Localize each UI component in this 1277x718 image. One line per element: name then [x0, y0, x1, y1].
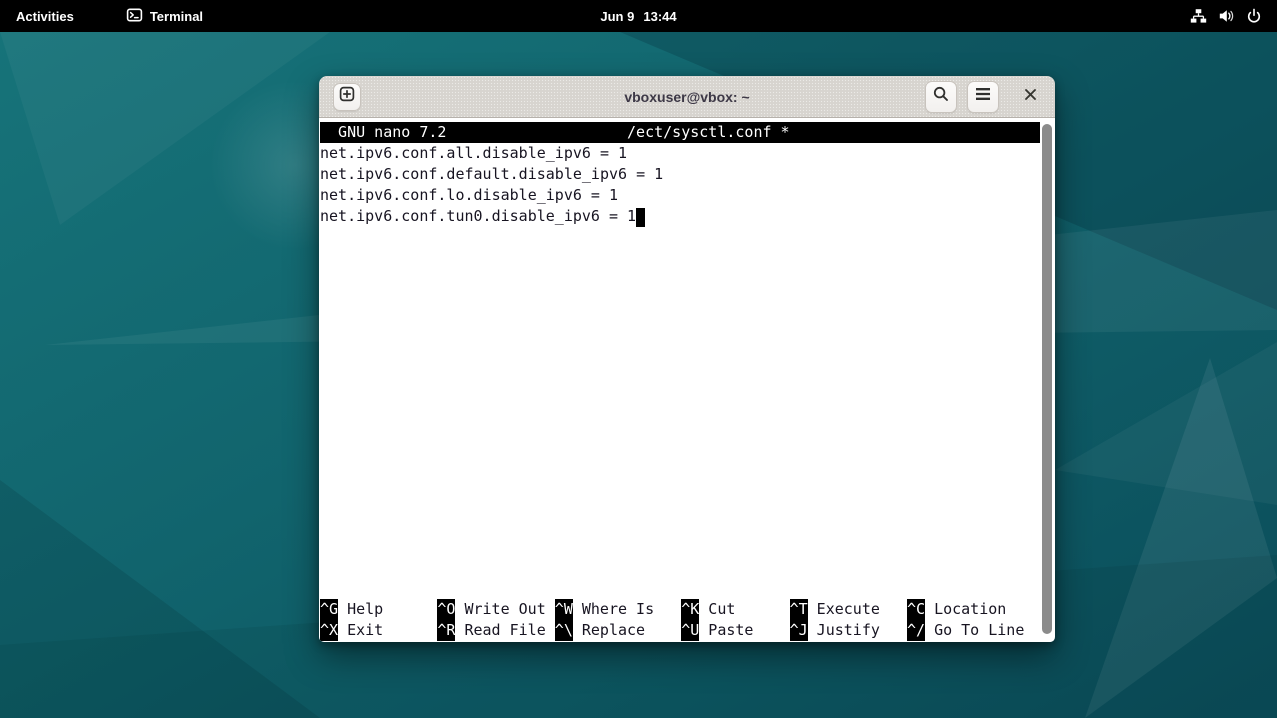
terminal-scrollbar[interactable]	[1040, 118, 1054, 642]
nano-title-bar: GNU nano 7.2 /ect/sysctl.conf *	[320, 122, 1040, 143]
shortcut-label: Write Out	[464, 600, 545, 618]
shortcut-label: Go To Line	[934, 621, 1024, 639]
hamburger-menu-icon	[974, 86, 992, 107]
editor-buffer: net.ipv6.conf.all.disable_ipv6 = 1net.ip…	[320, 143, 1040, 227]
nano-shortcut: ^U Paste	[681, 620, 753, 641]
shortcut-label: Paste	[708, 621, 753, 639]
nano-shortcut: ^G Help	[320, 599, 383, 620]
nano-shortcut: ^T Execute	[790, 599, 880, 620]
terminal-app-icon	[126, 7, 143, 26]
shortcut-label: Justify	[817, 621, 880, 639]
terminal-headerbar[interactable]: vboxuser@vbox: ~	[319, 76, 1055, 118]
nano-shortcut: ^R Read File	[437, 620, 545, 641]
clock-button[interactable]: Jun 9 13:44	[600, 0, 676, 32]
nano-shortcut: ^\ Replace	[555, 620, 645, 641]
shortcut-key: ^U	[681, 620, 699, 641]
shortcut-label: Replace	[582, 621, 645, 639]
shortcut-key: ^C	[907, 599, 925, 620]
nano-shortcut: ^O Write Out	[437, 599, 545, 620]
new-tab-icon	[338, 85, 356, 108]
shortcut-label: Exit	[347, 621, 383, 639]
shortcut-key: ^R	[437, 620, 455, 641]
close-icon	[1023, 87, 1038, 107]
clock-time: 13:44	[643, 9, 676, 24]
search-button[interactable]	[925, 81, 957, 113]
window-title: vboxuser@vbox: ~	[624, 89, 749, 105]
shortcut-label: Where Is	[582, 600, 654, 618]
activities-button[interactable]: Activities	[0, 0, 90, 32]
nano-shortcut: ^W Where Is	[555, 599, 654, 620]
editor-line: net.ipv6.conf.all.disable_ipv6 = 1	[320, 143, 1040, 164]
editor-line: net.ipv6.conf.default.disable_ipv6 = 1	[320, 164, 1040, 185]
close-button[interactable]	[1015, 82, 1045, 112]
shortcut-label: Help	[347, 600, 383, 618]
volume-icon	[1218, 8, 1235, 24]
shortcut-label: Read File	[464, 621, 545, 639]
scrollbar-thumb[interactable]	[1042, 124, 1052, 634]
search-icon	[932, 85, 950, 108]
shortcut-key: ^K	[681, 599, 699, 620]
shortcut-key: ^X	[320, 620, 338, 641]
gnome-top-bar: Activities Terminal Jun 9 13:44	[0, 0, 1277, 32]
new-tab-button[interactable]	[333, 83, 361, 111]
nano-shortcut: ^C Location	[907, 599, 1006, 620]
nano-shortcut: ^K Cut	[681, 599, 735, 620]
menu-button[interactable]	[967, 81, 999, 113]
shortcut-label: Execute	[817, 600, 880, 618]
focused-app-label: Terminal	[150, 9, 203, 24]
nano-shortcut: ^X Exit	[320, 620, 383, 641]
editor-line: net.ipv6.conf.tun0.disable_ipv6 = 1	[320, 206, 1040, 227]
editor-line: net.ipv6.conf.lo.disable_ipv6 = 1	[320, 185, 1040, 206]
focused-app-menu[interactable]: Terminal	[114, 0, 215, 32]
shortcut-key: ^\	[555, 620, 573, 641]
shortcut-key: ^W	[555, 599, 573, 620]
system-menu[interactable]	[1175, 0, 1277, 32]
shortcut-label: Cut	[708, 600, 735, 618]
nano-shortcut-row: ^X Exit ^R Read File ^\ Replace ^U Paste ^J Justi…	[320, 620, 1042, 641]
shortcut-key: ^T	[790, 599, 808, 620]
shortcut-key: ^/	[907, 620, 925, 641]
nano-version-label: GNU nano 7.2	[338, 122, 446, 143]
nano-shortcut: ^J Justify	[790, 620, 880, 641]
shortcut-key: ^G	[320, 599, 338, 620]
nano-file-label: /ect/sysctl.conf *	[627, 122, 790, 143]
power-icon	[1246, 8, 1262, 24]
terminal-window: vboxuser@vbox: ~ GNU nano 7.2	[319, 76, 1055, 642]
terminal-screen[interactable]: GNU nano 7.2 /ect/sysctl.conf * net.ipv6…	[319, 118, 1055, 642]
nano-shortcut: ^/ Go To Line	[907, 620, 1024, 641]
shortcut-label: Location	[934, 600, 1006, 618]
shortcut-key: ^O	[437, 599, 455, 620]
nano-shortcut-bar: ^G Help ^O Write Out ^W Where Is ^K Cut ^T Execut…	[320, 599, 1042, 641]
clock-date: Jun 9	[600, 9, 634, 24]
shortcut-key: ^J	[790, 620, 808, 641]
nano-shortcut-row: ^G Help ^O Write Out ^W Where Is ^K Cut ^T Execut…	[320, 599, 1042, 620]
activities-label: Activities	[16, 9, 74, 24]
text-cursor	[636, 208, 645, 227]
network-wired-icon	[1190, 8, 1207, 24]
